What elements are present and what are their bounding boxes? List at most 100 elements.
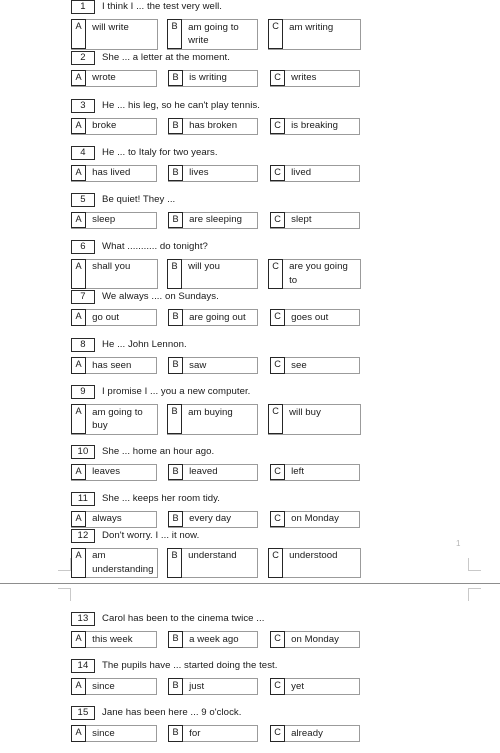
option-letter: B xyxy=(167,404,183,435)
option-letter: C xyxy=(268,19,284,50)
question-number: 1 xyxy=(71,0,95,14)
option-text: go out xyxy=(92,311,120,323)
question-number: 7 xyxy=(71,290,95,304)
answer-option-b[interactable]: Bevery day xyxy=(168,510,258,528)
answer-option-c[interactable]: Cleft xyxy=(270,463,360,481)
answer-option-b[interactable]: Bunderstand xyxy=(167,547,259,578)
answer-option-b[interactable]: Ba week ago xyxy=(168,631,258,648)
answer-option-c[interactable]: Cunderstood xyxy=(267,547,361,578)
answer-option-a[interactable]: Ahas seen xyxy=(71,357,157,374)
option-row: Ahas seen Bsaw Csee xyxy=(71,357,361,374)
answer-option-b[interactable]: Bam buying xyxy=(167,404,259,435)
question-block: 15 Jane has been here ... 9 o'clock. Asinc… xyxy=(71,706,361,742)
answer-option-c[interactable]: Cam writing xyxy=(267,19,361,50)
option-gap xyxy=(258,725,270,742)
option-letter: C xyxy=(270,309,286,326)
option-row: Abroke Bhas broken Cis breaking xyxy=(71,117,361,135)
option-text: has seen xyxy=(92,359,132,371)
answer-option-a[interactable]: Ago out xyxy=(71,309,157,326)
option-text: every day xyxy=(189,513,232,524)
answer-option-b[interactable]: Bjust xyxy=(168,678,258,695)
answer-option-c[interactable]: Care you going to xyxy=(267,258,361,289)
question-text: He ... his leg, so he can't play tennis. xyxy=(102,99,260,111)
option-letter: A xyxy=(71,631,87,648)
answer-option-b[interactable]: Bare going out xyxy=(168,309,258,326)
answer-option-a[interactable]: Aleaves xyxy=(71,463,157,481)
answer-option-c[interactable]: Cwill buy xyxy=(267,404,361,435)
answer-option-a[interactable]: Aalways xyxy=(71,510,157,528)
answer-option-c[interactable]: Cis breaking xyxy=(270,117,360,135)
answer-option-c[interactable]: Con Monday xyxy=(270,631,360,648)
answer-option-c[interactable]: Con Monday xyxy=(270,510,360,528)
option-letter: A xyxy=(71,117,87,135)
option-gap xyxy=(258,19,268,50)
answer-option-b[interactable]: Bleaved xyxy=(168,463,258,481)
option-text: on Monday xyxy=(291,633,340,645)
option-letter: A xyxy=(71,725,87,742)
option-gap xyxy=(157,357,168,374)
answer-option-c[interactable]: Csee xyxy=(270,357,360,374)
option-letter: C xyxy=(268,404,284,435)
answer-option-a[interactable]: Aam understanding xyxy=(71,547,159,578)
crop-mark-bottom-left xyxy=(58,558,71,571)
answer-option-a[interactable]: Ashall you xyxy=(71,258,159,289)
question-text: She ... home an hour ago. xyxy=(102,445,215,457)
answer-option-b[interactable]: Bhas broken xyxy=(168,117,258,135)
option-gap xyxy=(258,678,270,695)
answer-option-b[interactable]: Bfor xyxy=(168,725,258,742)
option-letter: B xyxy=(168,357,184,374)
answer-option-b[interactable]: Bwill you xyxy=(167,258,259,289)
option-gap xyxy=(258,631,270,648)
answer-option-c[interactable]: Cwrites xyxy=(270,69,360,87)
question-block: 12 Don't worry. I ... it now. Aam understa… xyxy=(71,528,361,578)
answer-option-c[interactable]: Calready xyxy=(270,725,360,742)
option-text: broke xyxy=(92,120,117,131)
option-text: lives xyxy=(189,167,209,178)
question-text: Carol has been to the cinema twice ... xyxy=(102,613,265,624)
question-number: 2 xyxy=(71,50,95,65)
option-text: slept xyxy=(291,214,312,225)
option-gap xyxy=(258,404,268,435)
question-prompt-row: 6 What ........... do tonight? xyxy=(71,239,361,255)
answer-option-a[interactable]: Awrote xyxy=(71,69,157,87)
answer-option-a[interactable]: Abroke xyxy=(71,117,157,135)
answer-option-a[interactable]: Asince xyxy=(71,678,157,695)
answer-option-a[interactable]: Awill write xyxy=(71,19,159,50)
option-gap xyxy=(157,464,168,481)
option-letter: C xyxy=(268,258,284,289)
answer-option-c[interactable]: Cyet xyxy=(270,678,360,695)
answer-option-a[interactable]: Aam going to buy xyxy=(71,404,159,435)
option-text: am going to buy xyxy=(92,406,143,432)
answer-option-b[interactable]: Bsaw xyxy=(168,357,258,374)
option-row: Asince Bfor Calready xyxy=(71,725,361,742)
option-text: lived xyxy=(291,167,312,178)
answer-option-a[interactable]: Athis week xyxy=(71,631,157,648)
question-number: 9 xyxy=(71,385,95,399)
option-row: Ashall you Bwill you Care you going to xyxy=(71,258,361,290)
answer-option-c[interactable]: Clived xyxy=(270,164,360,182)
option-letter: C xyxy=(270,211,286,229)
option-gap xyxy=(157,70,168,87)
option-gap xyxy=(158,19,167,50)
answer-option-b[interactable]: Bare sleeping xyxy=(168,211,258,229)
option-letter: C xyxy=(270,631,286,648)
answer-option-c[interactable]: Cslept xyxy=(270,211,360,229)
option-gap xyxy=(258,212,270,229)
answer-option-b[interactable]: Bis writing xyxy=(168,69,258,87)
question-number: 11 xyxy=(71,491,95,506)
answer-option-c[interactable]: Cgoes out xyxy=(270,309,360,326)
answer-option-a[interactable]: Ahas lived xyxy=(71,164,157,182)
question-block: 8 He ... John Lennon. Ahas seen Bsaw Csee xyxy=(71,338,361,374)
option-letter: A xyxy=(71,258,87,289)
option-text: on Monday xyxy=(291,513,340,524)
answer-option-a[interactable]: Asleep xyxy=(71,211,157,229)
answer-option-b[interactable]: Blives xyxy=(168,164,258,182)
question-number: 4 xyxy=(71,145,95,160)
option-text: shall you xyxy=(92,261,131,272)
question-block: 13 Carol has been to the cinema twice ...… xyxy=(71,612,361,648)
option-gap xyxy=(158,259,167,290)
question-text: Jane has been here ... 9 o'clock. xyxy=(102,707,242,718)
answer-option-a[interactable]: Asince xyxy=(71,725,157,742)
option-letter: B xyxy=(168,725,184,742)
answer-option-b[interactable]: Bam going to write xyxy=(167,19,259,50)
